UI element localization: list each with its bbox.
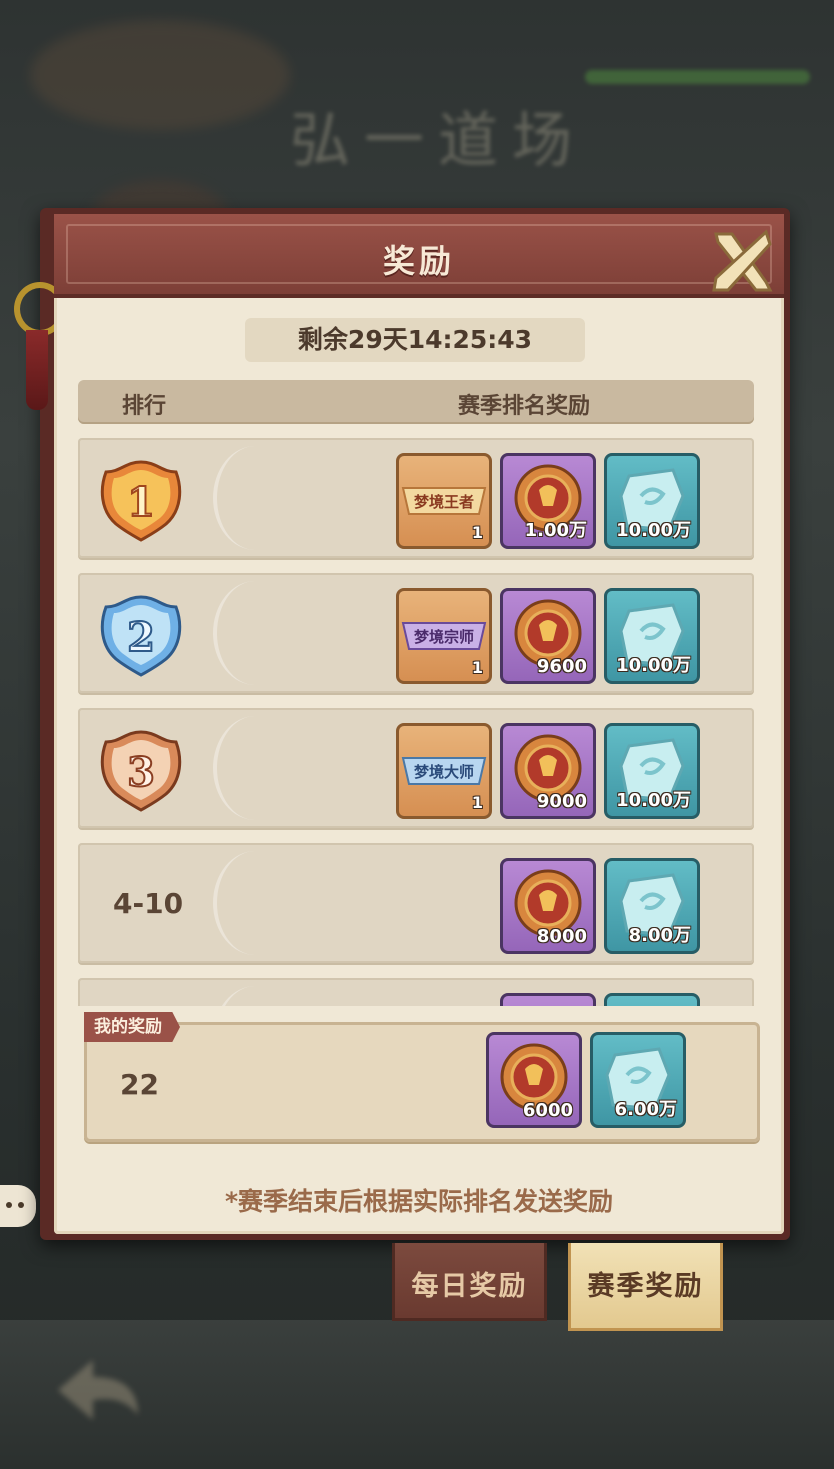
rank-1-medal-icon: 1 [100, 460, 182, 542]
svg-text:梦境宗师: 梦境宗师 [414, 628, 474, 646]
tab-daily-reward[interactable]: 每日奖励 [392, 1243, 547, 1321]
reward-row: 4-10 8000 8.00万 [78, 843, 754, 963]
reward-row [78, 978, 754, 1006]
rank-column-label: 排行 [122, 394, 167, 419]
coin-item[interactable]: 9000 [500, 723, 596, 819]
dialog-header: 奖励 [54, 214, 784, 298]
coin-item[interactable] [500, 993, 596, 1006]
reward-list[interactable]: 1 梦境王者 1 1.00万 10.00万 2 梦境宗师 1 9600 10.0… [78, 438, 754, 1006]
spirit-stone-item[interactable]: 10.00万 [604, 453, 700, 549]
season-timer: 剩余29天14:25:43 [245, 318, 585, 362]
background-progress-bar [585, 70, 810, 84]
dialog-title: 奖励 [382, 242, 455, 280]
item-quantity: 1 [471, 793, 483, 812]
close-icon[interactable] [704, 224, 778, 298]
reward-row: 3 梦境大师 1 9000 10.00万 [78, 708, 754, 828]
chat-bubble-icon[interactable] [0, 1185, 36, 1227]
item-quantity: 10.00万 [616, 655, 691, 676]
reward-note: *赛季结束后根据实际排名发送奖励 [224, 1187, 614, 1216]
rank-number: 2 [127, 614, 155, 661]
reward-row: 1 梦境王者 1 1.00万 10.00万 [78, 438, 754, 558]
title-badge-item[interactable]: 梦境大师 1 [396, 723, 492, 819]
spirit-stone-item[interactable]: 6.00万 [590, 1032, 686, 1128]
rank-number: 1 [127, 479, 155, 526]
spirit-stone-item[interactable]: 8.00万 [604, 858, 700, 954]
column-header: 排行 赛季排名奖励 [78, 380, 754, 424]
rank-3-medal-icon: 3 [100, 730, 182, 812]
title-badge-item[interactable]: 梦境王者 1 [396, 453, 492, 549]
coin-item[interactable]: 8000 [500, 858, 596, 954]
rank-range-label: 4-10 [113, 887, 184, 920]
item-quantity: 9600 [536, 656, 587, 677]
svg-text:梦境王者: 梦境王者 [414, 493, 474, 511]
rank-2-medal-icon: 2 [100, 595, 182, 677]
item-quantity: 1 [471, 658, 483, 677]
my-reward-tag: 我的奖励 [84, 1012, 180, 1042]
background-title: 弘一道场 [290, 106, 586, 176]
my-rank-value: 22 [120, 1068, 159, 1101]
item-quantity: 8000 [536, 926, 587, 947]
item-quantity: 9000 [536, 791, 587, 812]
tab-season-reward[interactable]: 赛季奖励 [568, 1243, 723, 1331]
coin-item[interactable]: 1.00万 [500, 453, 596, 549]
title-badge-item[interactable]: 梦境宗师 1 [396, 588, 492, 684]
rank-number: 3 [127, 749, 155, 796]
item-quantity: 1 [471, 523, 483, 542]
reward-row: 2 梦境宗师 1 9600 10.00万 [78, 573, 754, 693]
coin-item[interactable]: 6000 [486, 1032, 582, 1128]
svg-text:梦境大师: 梦境大师 [414, 763, 474, 781]
item-quantity: 8.00万 [628, 925, 691, 946]
my-reward-panel: 6000 6.00万 [84, 1022, 760, 1142]
reward-column-label: 赛季排名奖励 [458, 394, 591, 419]
spirit-stone-item[interactable] [604, 993, 700, 1006]
item-quantity: 1.00万 [524, 520, 587, 541]
item-quantity: 6.00万 [614, 1099, 677, 1120]
tassel-ornament [26, 330, 48, 410]
background-decoration [30, 20, 290, 130]
coin-item[interactable]: 9600 [500, 588, 596, 684]
item-quantity: 6000 [522, 1100, 573, 1121]
item-quantity: 10.00万 [616, 520, 691, 541]
item-quantity: 10.00万 [616, 790, 691, 811]
spirit-stone-item[interactable]: 10.00万 [604, 588, 700, 684]
back-arrow-icon [58, 1360, 138, 1420]
spirit-stone-item[interactable]: 10.00万 [604, 723, 700, 819]
